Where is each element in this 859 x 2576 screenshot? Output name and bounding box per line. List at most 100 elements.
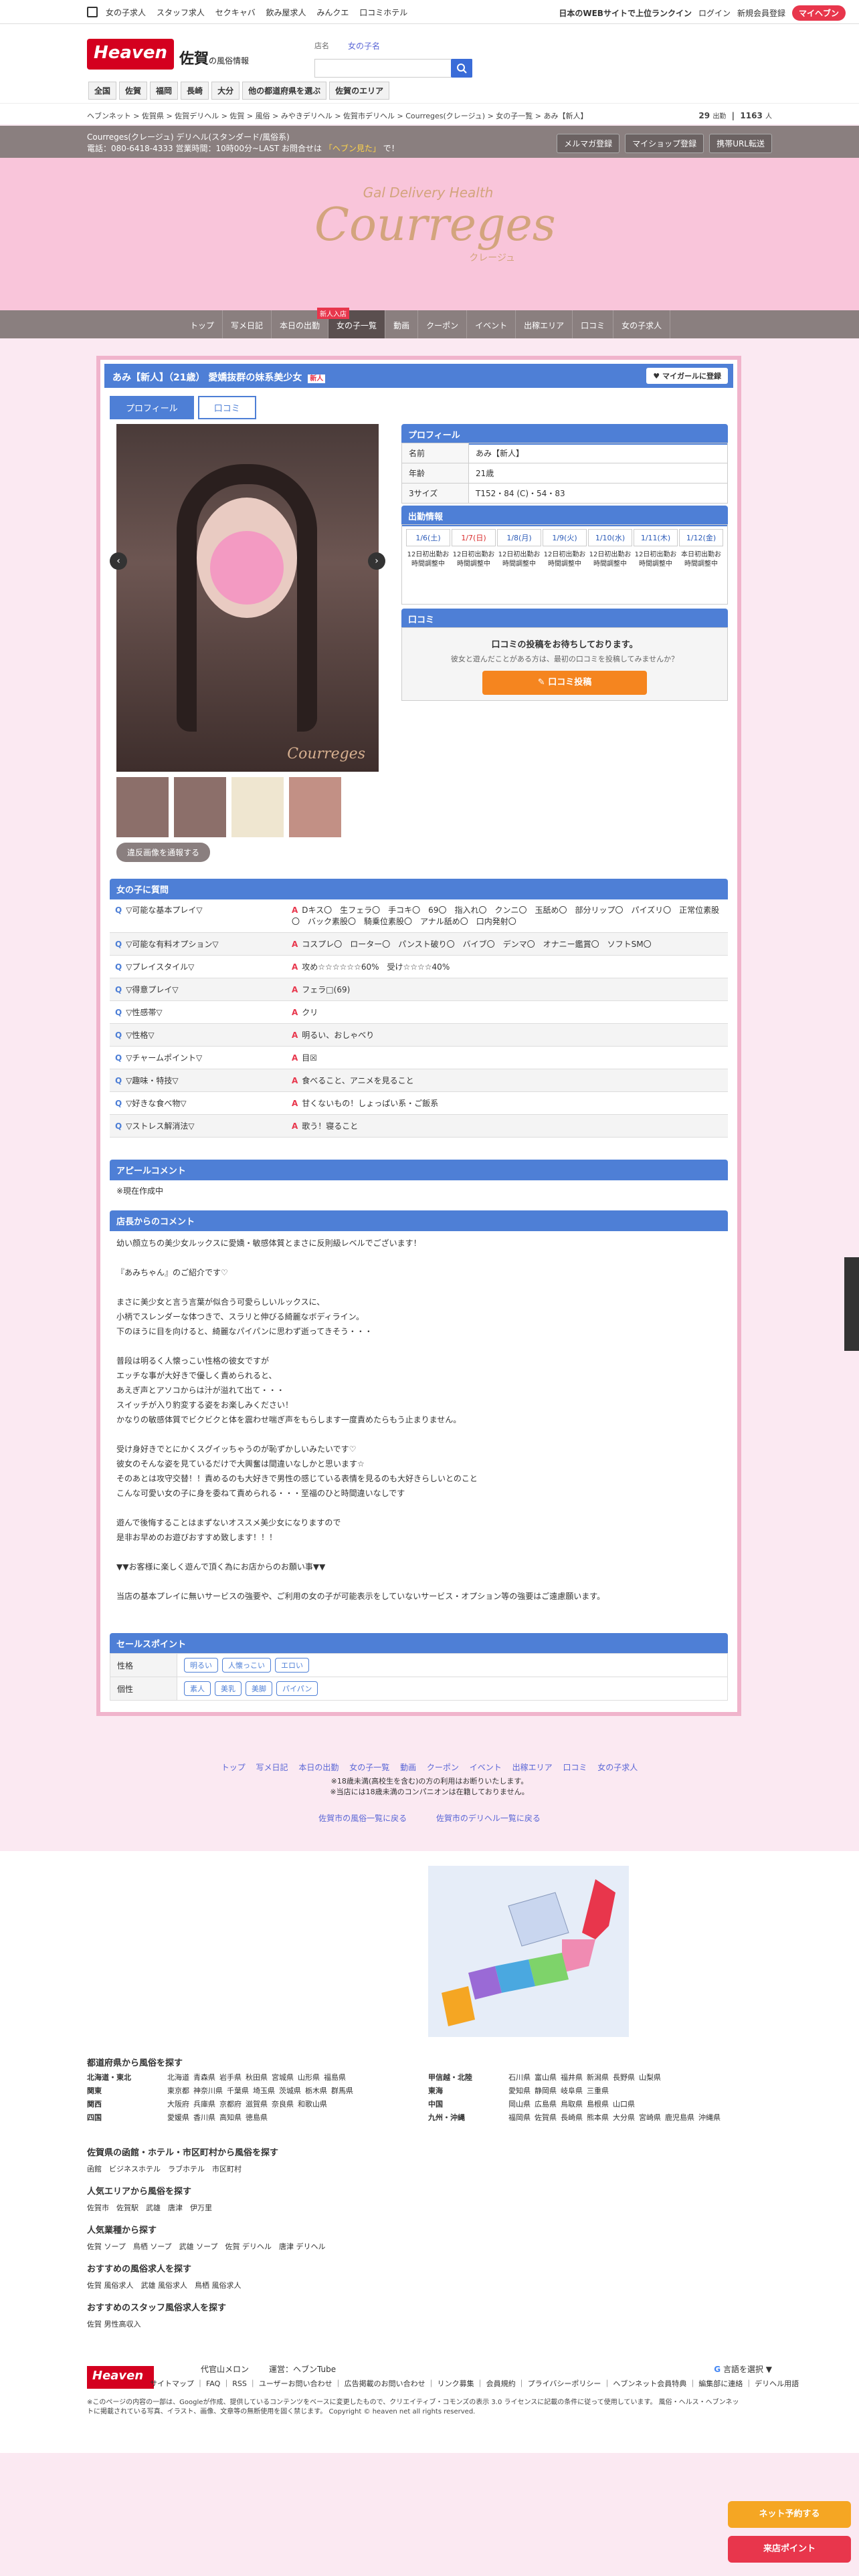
pref-link[interactable]: 鹿児島県: [665, 2113, 694, 2122]
link-block-links[interactable]: 函館 ビジネスホテル ラブホテル 市区町村: [87, 2163, 278, 2174]
footer-nav-item[interactable]: 本日の出勤: [298, 1763, 339, 1772]
top-link[interactable]: セクキャバ: [215, 8, 256, 17]
prev-arrow-icon[interactable]: ‹: [110, 552, 127, 570]
search-input[interactable]: [314, 59, 472, 78]
tab-review[interactable]: 口コミ: [197, 396, 256, 419]
footer-nav-item[interactable]: クーポン: [427, 1763, 459, 1772]
pref-link[interactable]: 徳島県: [246, 2113, 268, 2122]
search-label[interactable]: 店名: [314, 41, 329, 50]
pref-link[interactable]: 宮城県: [272, 2073, 294, 2082]
region-tab[interactable]: 佐賀: [119, 82, 148, 100]
schedule-date[interactable]: 1/6(土): [406, 529, 450, 546]
mobile-url-button[interactable]: 携帯URL転送: [709, 134, 772, 153]
schedule-date[interactable]: 1/9(火): [543, 529, 587, 546]
pref-link[interactable]: 群馬県: [331, 2086, 353, 2095]
region-tab[interactable]: 佐賀のエリア: [329, 82, 390, 100]
pref-link[interactable]: 福井県: [561, 2073, 583, 2082]
pref-link[interactable]: 千葉県: [227, 2086, 249, 2095]
shop-nav-item[interactable]: トップ: [182, 310, 223, 338]
top-link[interactable]: 口コミホテル: [359, 8, 407, 17]
pref-link[interactable]: 和歌山県: [298, 2100, 327, 2109]
footer-partner-link[interactable]: 代官山メロン: [201, 2363, 249, 2375]
region-tab[interactable]: 全国: [88, 82, 117, 100]
pref-link[interactable]: 富山県: [535, 2073, 557, 2082]
top-link[interactable]: 飲み屋求人: [266, 8, 306, 17]
footer-nav-item[interactable]: 動画: [400, 1763, 416, 1772]
pref-link[interactable]: 新潟県: [587, 2073, 609, 2082]
schedule-date[interactable]: 1/8(月): [497, 529, 541, 546]
pref-link[interactable]: 青森県: [193, 2073, 215, 2082]
back-link[interactable]: 佐賀市のデリヘル一覧に戻る: [436, 1814, 541, 1823]
sales-tag[interactable]: 素人: [184, 1681, 211, 1696]
footer-partner-link[interactable]: 運営：ヘブンTube: [269, 2363, 336, 2375]
thumbnail[interactable]: [231, 777, 284, 837]
pref-link[interactable]: 宮崎県: [639, 2113, 661, 2122]
register-link[interactable]: 新規会員登録: [737, 7, 785, 19]
pref-link[interactable]: 秋田県: [246, 2073, 268, 2082]
pref-link[interactable]: 愛知県: [508, 2086, 531, 2095]
shop-nav-item[interactable]: 動画: [385, 310, 419, 338]
pref-link[interactable]: 香川県: [193, 2113, 215, 2122]
sales-tag[interactable]: 美脚: [246, 1681, 272, 1696]
pref-link[interactable]: 山梨県: [639, 2073, 661, 2082]
pref-link[interactable]: 広島県: [535, 2100, 557, 2109]
my-heaven-button[interactable]: マイヘブン: [791, 5, 846, 21]
pref-link[interactable]: 三重県: [587, 2086, 609, 2095]
pref-link[interactable]: 熊本県: [587, 2113, 609, 2122]
thumbnail[interactable]: [289, 777, 341, 837]
japan-map[interactable]: [428, 1866, 629, 2037]
pref-link[interactable]: 沖縄県: [698, 2113, 721, 2122]
pref-link[interactable]: 長野県: [613, 2073, 635, 2082]
pref-link[interactable]: 島根県: [587, 2100, 609, 2109]
region-tab[interactable]: 大分: [211, 82, 240, 100]
footer-nav-item[interactable]: 口コミ: [563, 1763, 587, 1772]
shop-point-button[interactable]: 来店ポイント: [728, 2536, 851, 2563]
search-kw-tab[interactable]: 女の子名: [348, 40, 380, 51]
pref-link[interactable]: 京都府: [219, 2100, 242, 2109]
shop-logo[interactable]: Gal Delivery Health Courreges クレージュ: [314, 185, 556, 285]
top-link[interactable]: みんクエ: [316, 8, 349, 17]
pref-link[interactable]: 埼玉県: [253, 2086, 275, 2095]
sales-tag[interactable]: 美乳: [215, 1681, 242, 1696]
shop-nav-item[interactable]: イベント: [467, 310, 516, 338]
schedule-date[interactable]: 1/7(日): [452, 529, 496, 546]
link-block-links[interactable]: 佐賀市 佐賀駅 武雄 唐津 伊万里: [87, 2202, 212, 2213]
schedule-date[interactable]: 1/10(水): [588, 529, 632, 546]
tab-profile[interactable]: プロフィール: [110, 396, 194, 419]
pref-link[interactable]: 佐賀県: [535, 2113, 557, 2122]
footer-nav-item[interactable]: トップ: [221, 1763, 246, 1772]
thumbnail[interactable]: [116, 777, 169, 837]
pref-link[interactable]: 兵庫県: [193, 2100, 215, 2109]
footer-nav-item[interactable]: 女の子求人: [597, 1763, 638, 1772]
footer-logo[interactable]: Heaven: [87, 2366, 154, 2389]
link-block-links[interactable]: 佐賀 ソープ 鳥栖 ソープ 武雄 ソープ 佐賀 デリヘル 唐津 デリヘル: [87, 2241, 326, 2252]
pref-link[interactable]: 福岡県: [508, 2113, 531, 2122]
back-link[interactable]: 佐賀市の風俗一覧に戻る: [318, 1814, 407, 1823]
myshop-button[interactable]: マイショップ登録: [625, 134, 704, 153]
region-tab[interactable]: 長崎: [181, 82, 209, 100]
thumbnail[interactable]: [174, 777, 226, 837]
top-link[interactable]: 女の子求人: [106, 8, 146, 17]
pref-link[interactable]: 岩手県: [219, 2073, 242, 2082]
language-select[interactable]: G 言語を選択 ▼: [714, 2363, 772, 2375]
pref-link[interactable]: 茨城県: [279, 2086, 301, 2095]
link-block-links[interactable]: 佐賀 風俗求人 武雄 風俗求人 鳥栖 風俗求人: [87, 2280, 242, 2290]
shop-nav-item[interactable]: 出稼エリア: [516, 310, 573, 338]
pref-link[interactable]: 高知県: [219, 2113, 242, 2122]
menu-icon[interactable]: [87, 7, 98, 17]
region-tab[interactable]: 他の都道府県を選ぶ: [242, 82, 327, 100]
pref-link[interactable]: 東京都: [167, 2086, 189, 2095]
schedule-date[interactable]: 1/11(木): [634, 529, 678, 546]
pref-link[interactable]: 長崎県: [561, 2113, 583, 2122]
pref-link[interactable]: 山口県: [613, 2100, 635, 2109]
sales-tag[interactable]: パイパン: [276, 1681, 318, 1696]
pref-link[interactable]: 石川県: [508, 2073, 531, 2082]
net-reserve-button[interactable]: ネット予約する: [728, 2501, 851, 2528]
mailmag-button[interactable]: メルマガ登録: [557, 134, 620, 153]
shop-nav-item[interactable]: 女の子求人: [613, 310, 671, 338]
shop-nav-item[interactable]: 写メ日記: [223, 310, 272, 338]
heaven-logo[interactable]: Heaven: [87, 39, 174, 70]
pref-link[interactable]: 奈良県: [272, 2100, 294, 2109]
pref-link[interactable]: 福島県: [324, 2073, 346, 2082]
shop-nav-item[interactable]: 口コミ: [573, 310, 614, 338]
